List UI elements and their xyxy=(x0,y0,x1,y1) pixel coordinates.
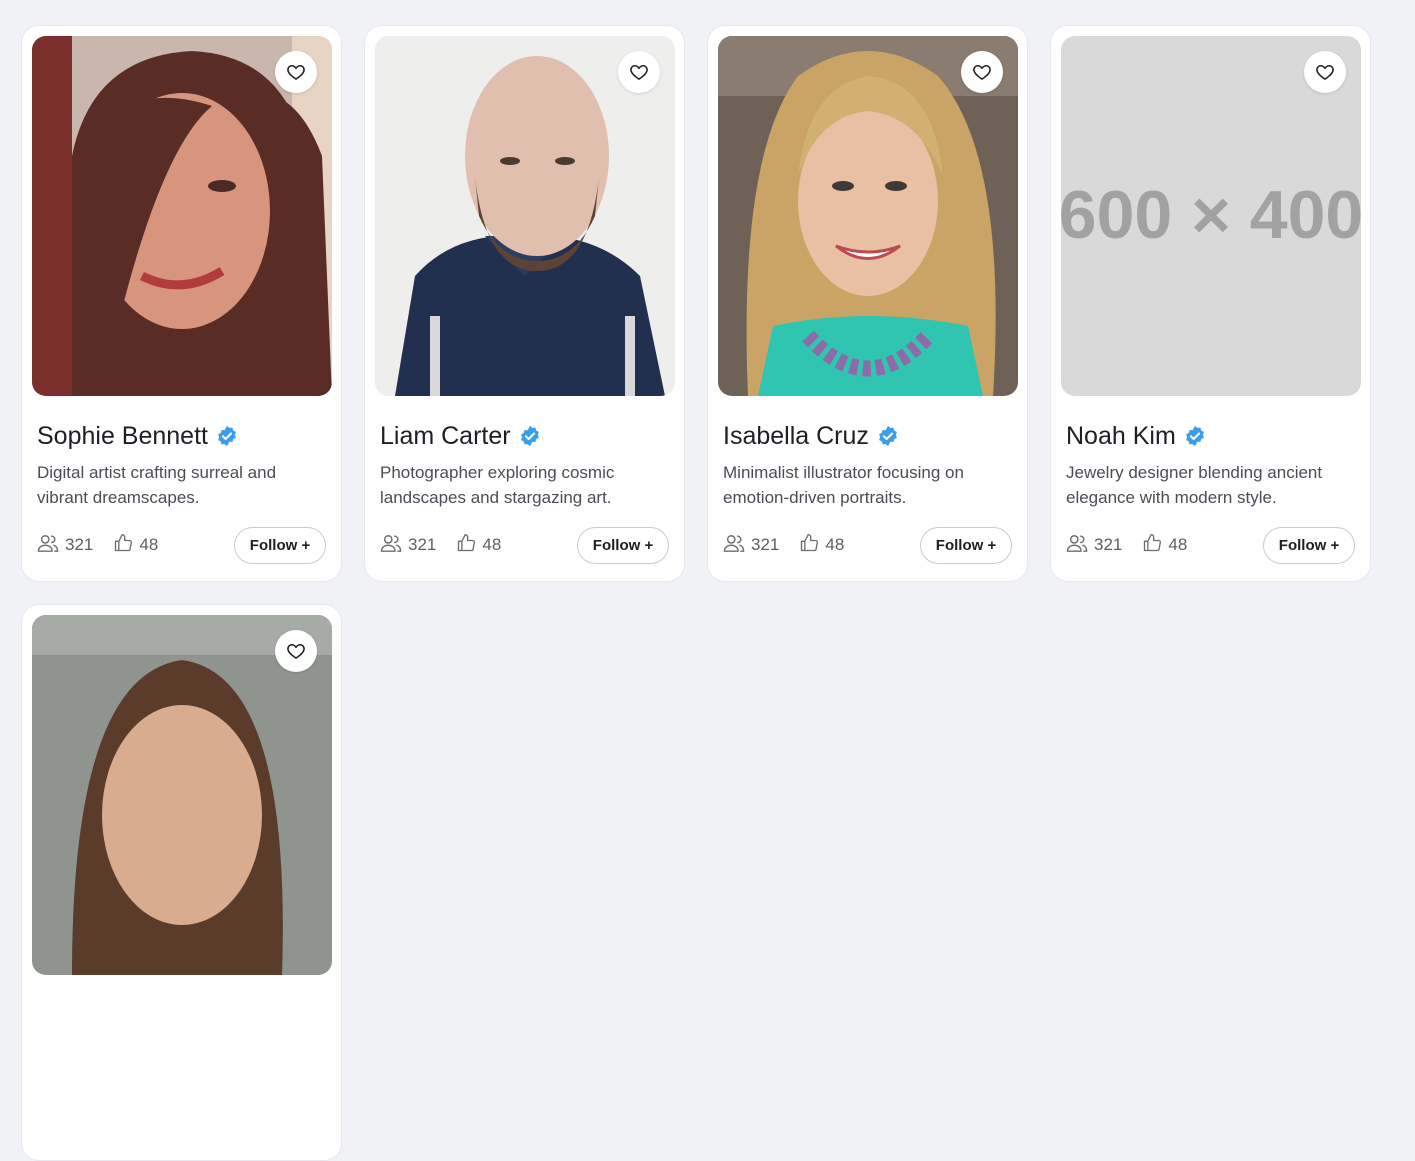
likes-count: 48 xyxy=(482,535,502,554)
users-icon xyxy=(380,533,408,558)
placeholder-image-text: 600 × 400 xyxy=(1061,177,1361,253)
follow-button[interactable]: Follow + xyxy=(920,526,1012,564)
creator-name: Noah Kim xyxy=(1066,421,1176,450)
likes-stat: 48 xyxy=(799,533,844,558)
heart-outline-icon xyxy=(1315,62,1335,82)
followers-stat: 321 xyxy=(1066,533,1122,558)
favorite-button[interactable] xyxy=(961,51,1003,93)
profile-photo xyxy=(718,36,1018,396)
profile-photo xyxy=(32,615,332,975)
creator-name: Liam Carter xyxy=(380,421,511,450)
creator-card: Isabella Cruz Minimalist illustrator foc… xyxy=(707,25,1028,582)
followers-count: 321 xyxy=(1094,535,1123,554)
users-icon xyxy=(1066,533,1094,558)
creator-card-grid: Sophie Bennett Digital artist crafting s… xyxy=(21,25,1371,1161)
creator-card xyxy=(21,604,342,1161)
heart-outline-icon xyxy=(629,62,649,82)
follow-button[interactable]: Follow + xyxy=(234,526,326,564)
follow-button[interactable]: Follow + xyxy=(1263,526,1355,564)
thumbs-up-icon xyxy=(113,533,139,558)
card-footer: 321 48 Follow + xyxy=(723,526,1012,564)
creator-card: Liam Carter Photographer exploring cosmi… xyxy=(364,25,685,582)
thumbs-up-icon xyxy=(1142,533,1168,558)
favorite-button[interactable] xyxy=(618,51,660,93)
creator-name: Sophie Bennett xyxy=(37,421,208,450)
followers-count: 321 xyxy=(751,535,780,554)
creator-bio: Minimalist illustrator focusing on emoti… xyxy=(723,463,964,507)
followers-stat: 321 xyxy=(723,533,779,558)
heart-outline-icon xyxy=(972,62,992,82)
likes-stat: 48 xyxy=(456,533,501,558)
profile-photo xyxy=(32,36,332,396)
likes-count: 48 xyxy=(139,535,159,554)
creator-card: 600 × 400 Noah Kim Jewelry designer blen… xyxy=(1050,25,1371,582)
creator-bio: Jewelry designer blending ancient elegan… xyxy=(1066,463,1323,507)
favorite-button[interactable] xyxy=(275,51,317,93)
likes-stat: 48 xyxy=(1142,533,1187,558)
followers-count: 321 xyxy=(408,535,437,554)
profile-photo xyxy=(375,36,675,396)
followers-stat: 321 xyxy=(380,533,436,558)
thumbs-up-icon xyxy=(799,533,825,558)
profile-photo: 600 × 400 xyxy=(1061,36,1361,396)
likes-count: 48 xyxy=(825,535,845,554)
verified-badge-icon xyxy=(877,425,899,447)
followers-stat: 321 xyxy=(37,533,93,558)
verified-badge-icon xyxy=(1184,425,1206,447)
card-footer: 321 48 Follow + xyxy=(380,526,669,564)
users-icon xyxy=(723,533,751,558)
likes-count: 48 xyxy=(1168,535,1188,554)
card-footer: 321 48 Follow + xyxy=(1066,526,1355,564)
creator-name: Isabella Cruz xyxy=(723,421,869,450)
creator-bio: Digital artist crafting surreal and vibr… xyxy=(37,463,277,507)
favorite-button[interactable] xyxy=(1304,51,1346,93)
favorite-button[interactable] xyxy=(275,630,317,672)
thumbs-up-icon xyxy=(456,533,482,558)
card-footer: 321 48 Follow + xyxy=(37,526,326,564)
heart-outline-icon xyxy=(286,641,306,661)
followers-count: 321 xyxy=(65,535,94,554)
heart-outline-icon xyxy=(286,62,306,82)
verified-badge-icon xyxy=(519,425,541,447)
creator-card: Sophie Bennett Digital artist crafting s… xyxy=(21,25,342,582)
creator-bio: Photographer exploring cosmic landscapes… xyxy=(380,463,615,507)
verified-badge-icon xyxy=(216,425,238,447)
follow-button[interactable]: Follow + xyxy=(577,526,669,564)
users-icon xyxy=(37,533,65,558)
likes-stat: 48 xyxy=(113,533,158,558)
